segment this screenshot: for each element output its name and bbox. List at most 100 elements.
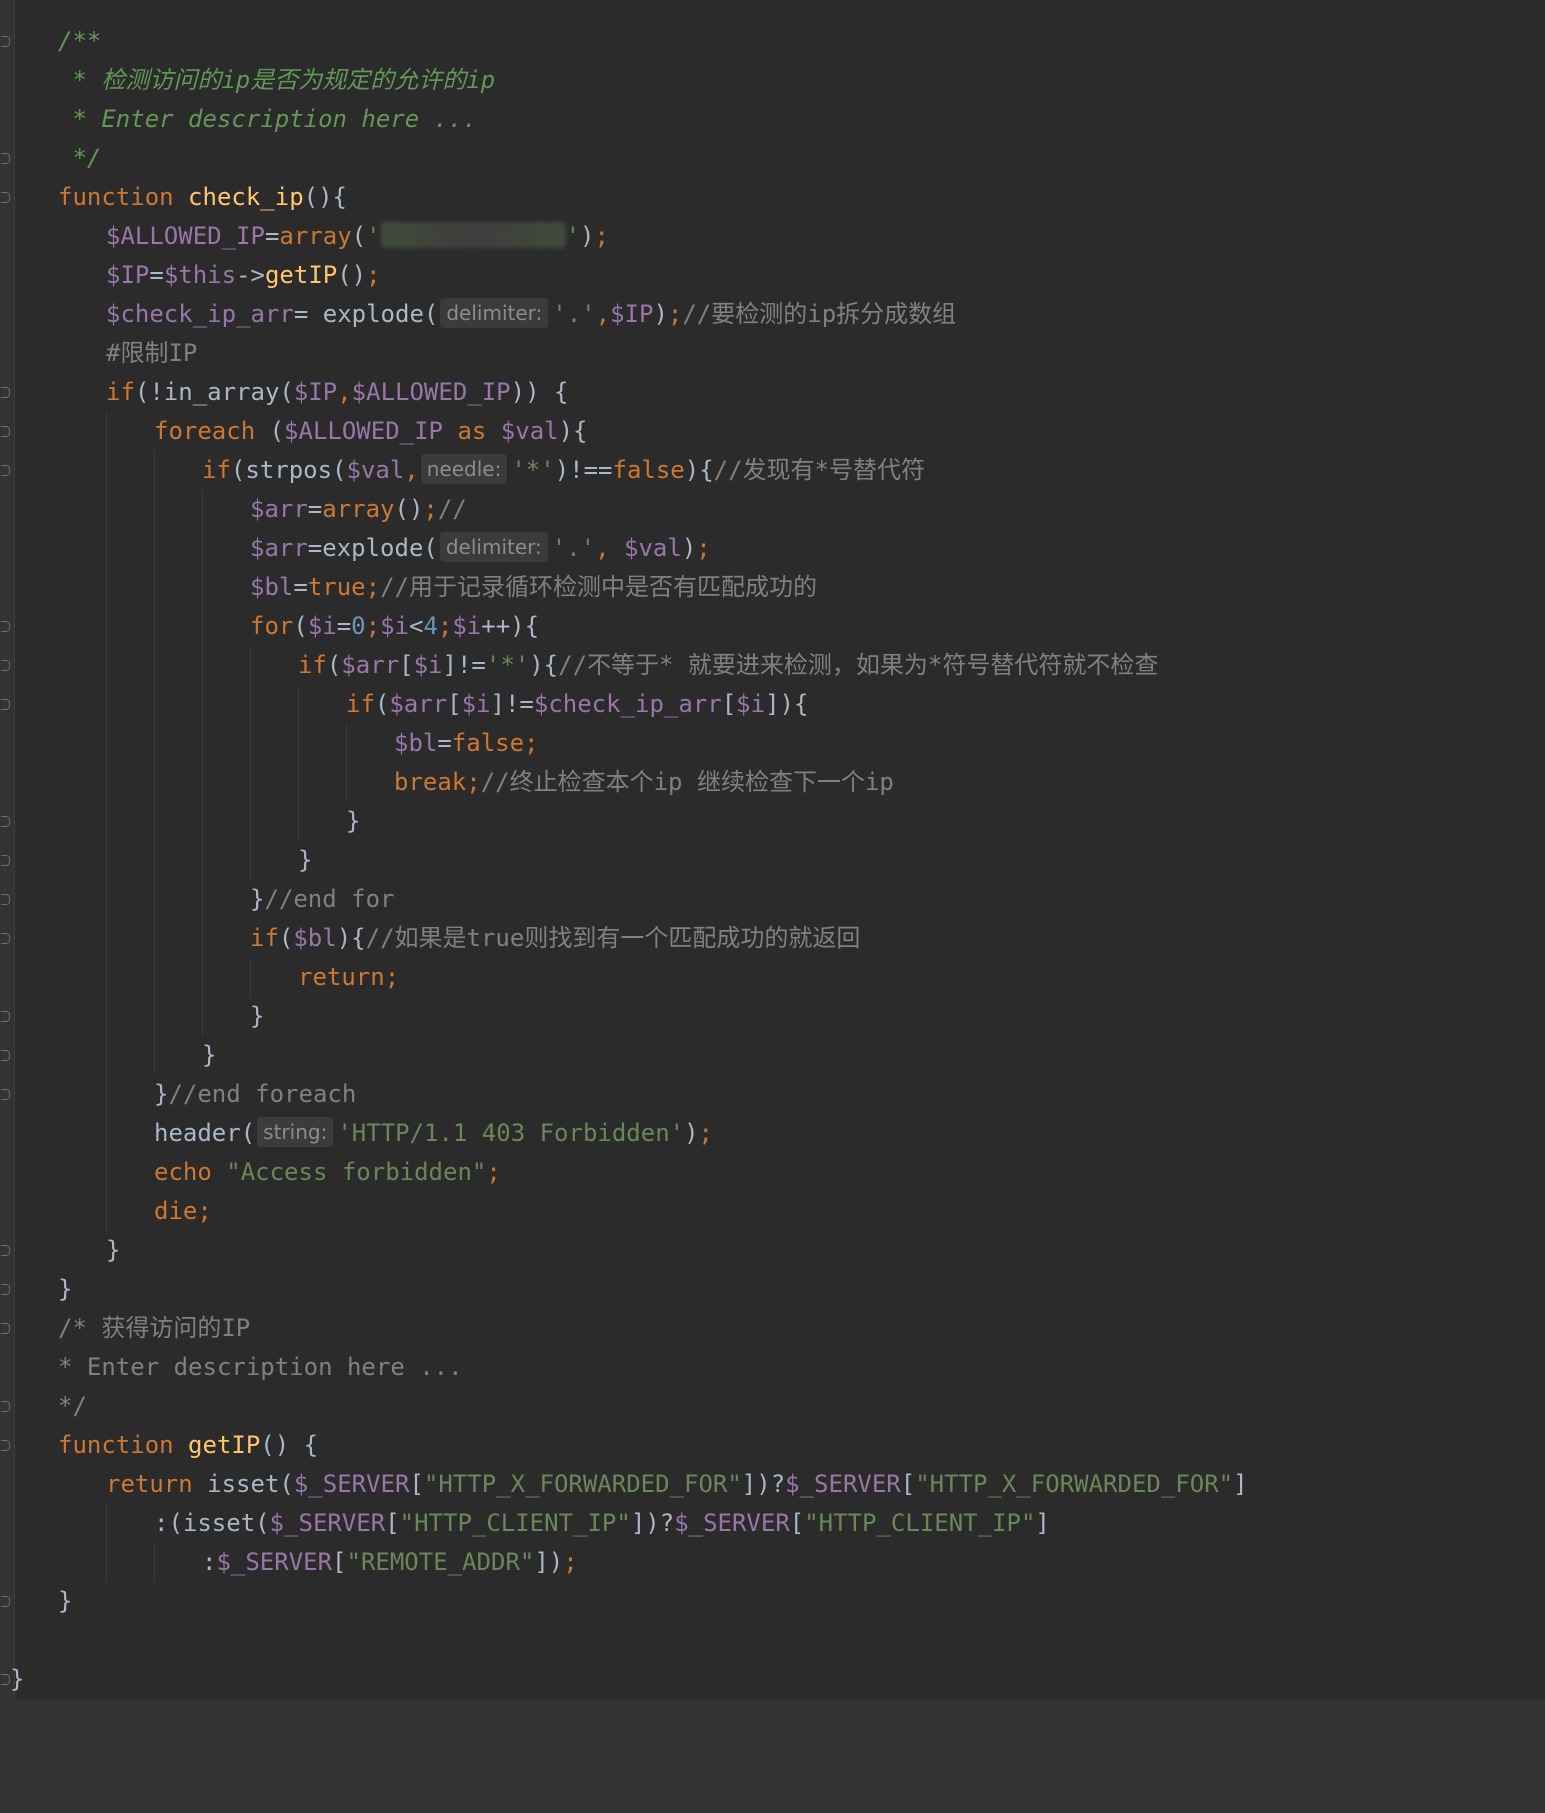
fold-marker-icon[interactable]: [1, 1284, 10, 1295]
code-line[interactable]: $ALLOWED_IP=array(' ');: [18, 217, 1528, 256]
fold-marker-icon[interactable]: [1, 621, 10, 632]
code-line[interactable]: return;: [18, 958, 1528, 997]
code-token: :: [202, 1548, 217, 1576]
code-line[interactable]: $check_ip_arr= explode(delimiter: '.',$IP…: [18, 295, 1528, 334]
code-token: ): [681, 534, 697, 562]
code-line[interactable]: }: [18, 1270, 1528, 1309]
code-token: ){: [529, 651, 559, 679]
fold-marker-icon[interactable]: [1, 465, 10, 476]
code-line[interactable]: return isset($_SERVER["HTTP_X_FORWARDED_…: [18, 1465, 1528, 1504]
code-line[interactable]: }: [18, 841, 1528, 880]
code-line[interactable]: $IP=$this->getIP();: [18, 256, 1528, 295]
fold-marker-icon[interactable]: [1, 192, 10, 203]
code-line[interactable]: :(isset($_SERVER["HTTP_CLIENT_IP"])?$_SE…: [18, 1504, 1528, 1543]
fold-marker-icon[interactable]: [1, 1089, 10, 1100]
code-line[interactable]: foreach ($ALLOWED_IP as $val){: [18, 412, 1528, 451]
indent-guide: [106, 451, 107, 490]
code-line-text: */: [58, 1387, 87, 1426]
fold-marker-icon[interactable]: [1, 387, 10, 398]
fold-marker-icon[interactable]: [1, 894, 10, 905]
fold-marker-icon[interactable]: [1, 855, 10, 866]
fold-marker-icon[interactable]: [1, 1050, 10, 1061]
fold-marker-icon[interactable]: [1, 660, 10, 671]
indent-guide: [202, 685, 203, 724]
indent-guide: [106, 919, 107, 958]
code-line[interactable]: */: [18, 1387, 1528, 1426]
code-token: }: [58, 1275, 73, 1303]
code-token: ,: [595, 534, 625, 562]
code-token: /**: [58, 27, 102, 55]
code-token: ': [565, 222, 581, 250]
fold-marker-icon[interactable]: [1, 1401, 10, 1412]
fold-gutter[interactable]: [0, 0, 15, 1813]
code-line[interactable]: }: [18, 802, 1528, 841]
fold-marker-icon[interactable]: [1, 1674, 10, 1685]
code-line[interactable]: }: [18, 997, 1528, 1036]
code-token: return;: [298, 963, 400, 991]
code-line[interactable]: }//end foreach: [18, 1075, 1528, 1114]
code-line[interactable]: * 检测访问的ip是否为规定的允许的ip: [18, 61, 1528, 100]
code-token: $i: [461, 690, 491, 718]
code-line[interactable]: break;//终止检查本个ip 继续检查下一个ip: [18, 763, 1528, 802]
indent-guide: [202, 919, 203, 958]
code-line[interactable]: }: [18, 1036, 1528, 1075]
fold-marker-icon[interactable]: [1, 153, 10, 164]
code-line[interactable]: if($arr[$i]!=$check_ip_arr[$i]){: [18, 685, 1528, 724]
fold-marker-icon[interactable]: [1, 426, 10, 437]
fold-marker-icon[interactable]: [1, 1011, 10, 1022]
code-area[interactable]: /** * 检测访问的ip是否为规定的允许的ip * Enter descrip…: [10, 22, 1528, 1699]
fold-marker-icon[interactable]: [1, 1323, 10, 1334]
code-line-text: return isset($_SERVER["HTTP_X_FORWARDED_…: [106, 1465, 1248, 1504]
code-line[interactable]: function check_ip(){: [18, 178, 1528, 217]
code-line[interactable]: for($i=0;$i<4;$i++){: [18, 607, 1528, 646]
code-line[interactable]: }: [18, 1582, 1528, 1621]
code-line[interactable]: header(string: 'HTTP/1.1 403 Forbidden');: [18, 1114, 1528, 1153]
code-line-text: header(string: 'HTTP/1.1 403 Forbidden');: [154, 1114, 713, 1153]
code-line[interactable]: * Enter description here ...: [18, 1348, 1528, 1387]
fold-marker-icon[interactable]: [1, 816, 10, 827]
fold-marker-icon[interactable]: [1, 1596, 10, 1607]
code-line[interactable]: function getIP() {: [18, 1426, 1528, 1465]
fold-marker-icon[interactable]: [1, 36, 10, 47]
code-line[interactable]: #限制IP: [18, 334, 1528, 373]
code-line[interactable]: if($arr[$i]!='*'){//不等于* 就要进来检测，如果为*符号替代…: [18, 646, 1528, 685]
fold-marker-icon[interactable]: [1, 1245, 10, 1256]
code-line[interactable]: $arr=explode(delimiter: '.', $val);: [18, 529, 1528, 568]
code-token: $i: [380, 612, 409, 640]
indent-guide: [154, 880, 155, 919]
code-editor[interactable]: /** * 检测访问的ip是否为规定的允许的ip * Enter descrip…: [0, 0, 1545, 1813]
code-line[interactable]: if($bl){//如果是true则找到有一个匹配成功的就返回: [18, 919, 1528, 958]
code-line-text: $arr=array();//: [250, 490, 467, 529]
code-token: [: [385, 1509, 400, 1537]
code-line[interactable]: $arr=array();//: [18, 490, 1528, 529]
code-line[interactable]: /**: [18, 22, 1528, 61]
code-line[interactable]: die;: [18, 1192, 1528, 1231]
code-line[interactable]: * Enter description here ...: [18, 100, 1528, 139]
code-token: }: [250, 1002, 265, 1030]
fold-marker-icon[interactable]: [1, 699, 10, 710]
code-line[interactable]: [18, 1621, 1528, 1660]
code-line[interactable]: if(!in_array($IP,$ALLOWED_IP)) {: [18, 373, 1528, 412]
code-line[interactable]: echo "Access forbidden";: [18, 1153, 1528, 1192]
fold-marker-icon[interactable]: [1, 933, 10, 944]
fold-marker-icon[interactable]: [1, 1440, 10, 1451]
code-token: $arr: [250, 534, 308, 562]
code-token: "Access forbidden": [226, 1158, 487, 1186]
code-line[interactable]: :$_SERVER["REMOTE_ADDR"]);: [18, 1543, 1528, 1582]
code-line[interactable]: }//end for: [18, 880, 1528, 919]
code-token: ;: [423, 495, 438, 523]
code-line[interactable]: /* 获得访问的IP: [18, 1309, 1528, 1348]
code-token: ]: [1233, 1470, 1248, 1498]
code-line-text: die;: [154, 1192, 212, 1231]
code-line[interactable]: */: [18, 139, 1528, 178]
code-line[interactable]: }: [10, 1660, 1528, 1699]
code-line[interactable]: $bl=true;//用于记录循环检测中是否有匹配成功的: [18, 568, 1528, 607]
indent-guide: [298, 724, 299, 763]
code-line[interactable]: }: [18, 1231, 1528, 1270]
code-line[interactable]: $bl=false;: [18, 724, 1528, 763]
indent-guide: [250, 841, 251, 880]
code-token: (: [293, 612, 308, 640]
code-token: '.': [551, 534, 596, 562]
code-line[interactable]: if(strpos($val, needle: '*')!==false){//发现…: [18, 451, 1528, 490]
indent-guide: [154, 919, 155, 958]
